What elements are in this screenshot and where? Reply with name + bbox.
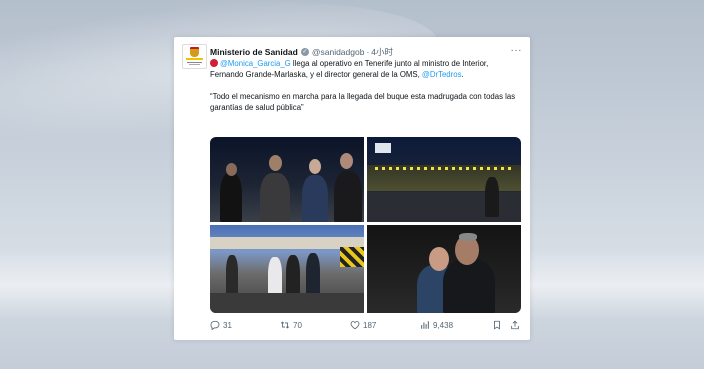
mention-link[interactable]: @DrTedros: [422, 70, 462, 79]
reply-icon: [210, 320, 220, 330]
share-button[interactable]: [510, 320, 523, 330]
repost-button[interactable]: 70: [280, 320, 302, 330]
photo-operation-site[interactable]: [367, 137, 521, 222]
post-time[interactable]: 4小时: [371, 46, 393, 58]
tweet-quote: “Todo el mecanismo en marcha para la lle…: [210, 92, 516, 112]
views-chart-icon: [421, 321, 429, 329]
avatar[interactable]: [182, 44, 207, 69]
repost-count: 70: [293, 320, 302, 330]
tweet-text: @Monica_Garcia_G llega al operativo en T…: [210, 58, 522, 113]
repost-icon: [280, 321, 290, 329]
tweet-card[interactable]: Ministerio de Sanidad ✓ @sanidadgob · 4小…: [174, 37, 530, 340]
bookmark-icon: [494, 320, 500, 330]
account-name[interactable]: Ministerio de Sanidad: [210, 47, 298, 57]
tweet-paragraph: @Monica_Garcia_G llega al operativo en T…: [210, 58, 522, 80]
photo-closeup-officials[interactable]: [367, 225, 521, 313]
heart-icon: [350, 321, 360, 330]
share-icon: [511, 320, 519, 330]
tweet-text-end: .: [461, 70, 464, 79]
bookmark-button[interactable]: [492, 320, 505, 330]
separator-dot: ·: [366, 47, 370, 57]
reply-count: 31: [223, 320, 232, 330]
views-button[interactable]: 9,438: [420, 320, 453, 330]
photo-grid: [210, 137, 521, 313]
account-handle[interactable]: @sanidadgob: [312, 47, 365, 57]
photo-officials-night[interactable]: [210, 137, 364, 222]
verified-badge-icon: ✓: [300, 48, 309, 56]
tweet-actions: 31 70 187 9,438: [210, 320, 522, 334]
mention-link[interactable]: @Monica_Garcia_G: [220, 59, 291, 68]
tweet-header: Ministerio de Sanidad ✓ @sanidadgob · 4小…: [210, 45, 522, 59]
more-dots-icon[interactable]: ···: [511, 45, 523, 56]
like-count: 187: [363, 320, 377, 330]
views-count: 9,438: [433, 320, 454, 330]
coat-of-arms-icon: [190, 47, 199, 57]
reply-button[interactable]: 31: [210, 320, 232, 330]
like-button[interactable]: 187: [350, 320, 376, 330]
red-circle-emoji-icon: [210, 59, 218, 67]
photo-walking-group[interactable]: [210, 225, 364, 313]
